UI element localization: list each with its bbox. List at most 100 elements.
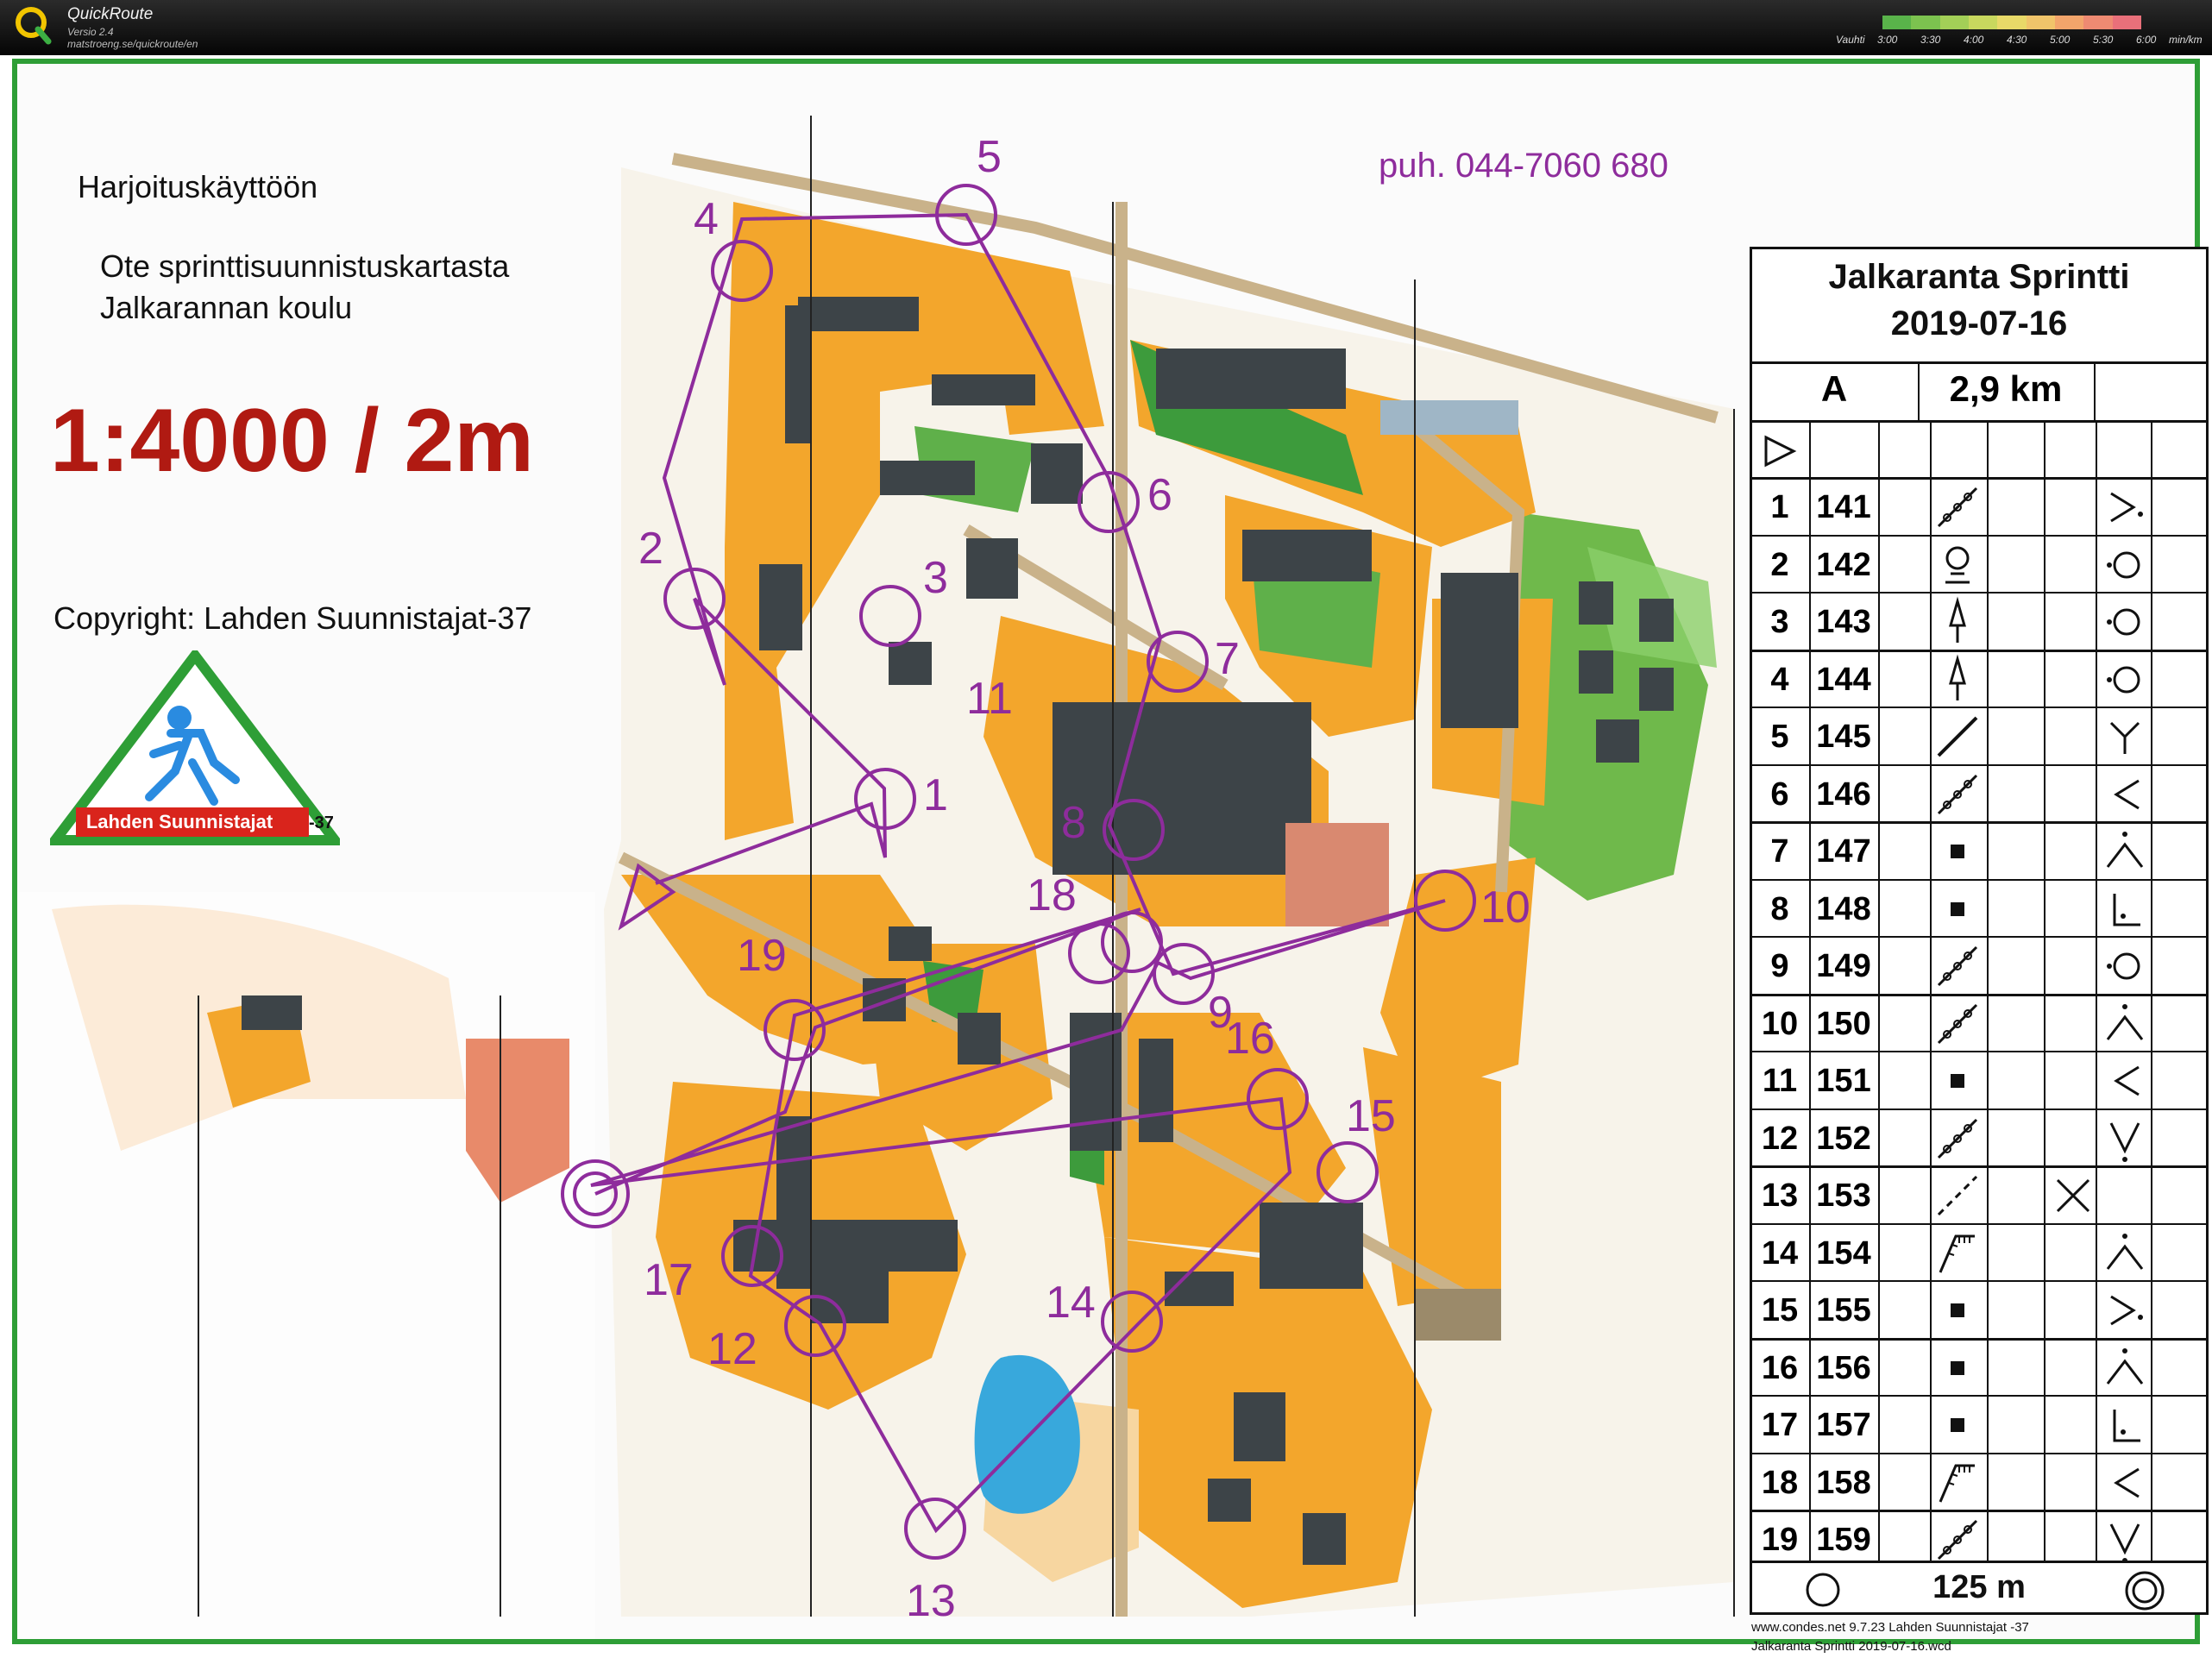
control-label: 1 [923, 770, 948, 820]
control-number: 6 [1770, 776, 1789, 813]
control-code: 150 [1816, 1005, 1871, 1042]
event-date: 2019-07-16 [1890, 305, 2068, 342]
control-label: 10 [1480, 882, 1530, 933]
pace-tick: 6:00 [2136, 34, 2157, 46]
pace-color-swatch [1882, 16, 1912, 29]
control-code: 144 [1816, 661, 1871, 698]
wall-icon [1937, 487, 1978, 528]
lamp-icon [1949, 654, 1966, 700]
control-label: 2 [638, 524, 663, 574]
pace-color-swatch [1939, 16, 1969, 29]
control-row: 7 147 [1752, 823, 2206, 880]
corner-right-icon [2110, 492, 2143, 523]
control-code: 146 [1816, 776, 1871, 813]
control-row: 11 151 [1752, 1052, 2206, 1109]
pace-color-swatch [2112, 16, 2141, 29]
course-length: 2,9 km [1949, 368, 2063, 409]
control-number: 17 [1761, 1407, 1799, 1443]
square-icon [1951, 1074, 1964, 1088]
square-icon [1951, 1360, 1964, 1375]
corner-bottom-icon [2109, 1523, 2140, 1563]
app-name: QuickRoute [67, 5, 154, 23]
pace-unit: min/km [2169, 34, 2203, 46]
control-number: 16 [1761, 1349, 1799, 1386]
pace-color-swatch [2026, 16, 2055, 29]
control-number: 7 [1770, 833, 1789, 870]
corner-top-icon [2106, 832, 2144, 868]
control-label: 16 [1225, 1014, 1275, 1064]
corner-left-icon [2114, 1065, 2140, 1096]
control-number: 15 [1761, 1292, 1799, 1328]
control-row: 15 155 [1752, 1282, 2206, 1339]
control-code: 149 [1816, 948, 1871, 984]
copyright: Copyright: Lahden Suunnistajat-37 [53, 600, 532, 636]
corner-left-icon [2114, 1467, 2140, 1498]
pace-color-swatch [1997, 16, 2027, 29]
control-code: 153 [1816, 1178, 1871, 1214]
control-code: 156 [1816, 1349, 1871, 1386]
lamp-icon [1949, 596, 1966, 643]
event-title: Jalkaranta Sprintti [1828, 258, 2130, 296]
control-code: 157 [1816, 1407, 1871, 1443]
pace-tick: 5:00 [2050, 34, 2071, 46]
control-row: 4 144 [1752, 651, 2206, 708]
control-label: 12 [707, 1324, 757, 1374]
start-row [1752, 422, 2206, 479]
corner-bottom-icon [2109, 1121, 2140, 1162]
pace-color-swatch [2054, 16, 2084, 29]
pace-tick: 5:30 [2093, 34, 2114, 46]
control-row: 3 143 [1752, 593, 2206, 650]
map-scale: 1:4000 / 2m [50, 391, 534, 491]
map-area-name: Jalkarannan koulu [100, 290, 353, 325]
control-number: 4 [1770, 661, 1789, 698]
cliff-icon [1939, 1464, 1975, 1503]
corner-left-icon [2114, 779, 2140, 809]
square-icon [1951, 901, 1964, 916]
control-code: 148 [1816, 890, 1871, 927]
control-number: 1 [1770, 489, 1789, 525]
orienteering-map[interactable]: Harjoituskäyttöön Ote sprinttisuunnistus… [12, 59, 2209, 1654]
control-code: 154 [1816, 1234, 1871, 1272]
control-label: 13 [906, 1576, 956, 1626]
control-label: 7 [1215, 634, 1240, 684]
control-row: 14 154 [1752, 1225, 2206, 1282]
wall-icon [1937, 774, 1978, 814]
control-code: 147 [1816, 833, 1871, 870]
corner-top-icon [2106, 1347, 2144, 1385]
control-row: 2 142 [1752, 537, 2206, 593]
control-row: 12 152 [1752, 1110, 2206, 1167]
corner-inside-icon [2113, 893, 2140, 926]
control-number: 9 [1770, 948, 1789, 984]
dashed-icon [1937, 1175, 1978, 1216]
control-label: 3 [923, 553, 948, 603]
control-code: 142 [1816, 546, 1871, 583]
pace-tick: 4:00 [1964, 34, 1984, 46]
finish-circle-icon [2125, 1571, 2165, 1611]
wall-icon [1937, 1003, 1978, 1044]
control-code: 151 [1816, 1063, 1871, 1099]
corner-inside-icon [2113, 1410, 2140, 1442]
control-label: 8 [1061, 798, 1086, 848]
square-icon [1951, 1418, 1964, 1432]
pace-tick: 4:30 [2007, 34, 2027, 46]
control-label: 17 [644, 1255, 694, 1305]
pace-color-swatch [1968, 16, 1998, 29]
finish-row: 125 m [1752, 1562, 2206, 1616]
club-suffix: -37 [309, 813, 334, 832]
control-number: 18 [1761, 1464, 1799, 1501]
app-version: Versio 2.4 [67, 26, 114, 38]
control-row: 9 149 [1752, 938, 2206, 995]
control-row: 1 141 [1752, 479, 2206, 536]
control-number: 11 [1762, 1063, 1798, 1099]
control-code: 155 [1816, 1292, 1871, 1328]
corner-right-icon [2110, 1295, 2143, 1326]
control-number: 3 [1770, 604, 1789, 640]
control-code: 159 [1816, 1522, 1871, 1558]
control-code: 143 [1816, 604, 1871, 640]
corner-top-icon [2106, 1003, 2144, 1040]
control-number: 12 [1761, 1120, 1799, 1157]
start-triangle-icon [1764, 435, 1797, 468]
cliff-icon [1939, 1234, 1975, 1273]
app-url[interactable]: matstroeng.se/quickroute/en [67, 38, 198, 50]
side-circle-icon [2107, 666, 2140, 693]
